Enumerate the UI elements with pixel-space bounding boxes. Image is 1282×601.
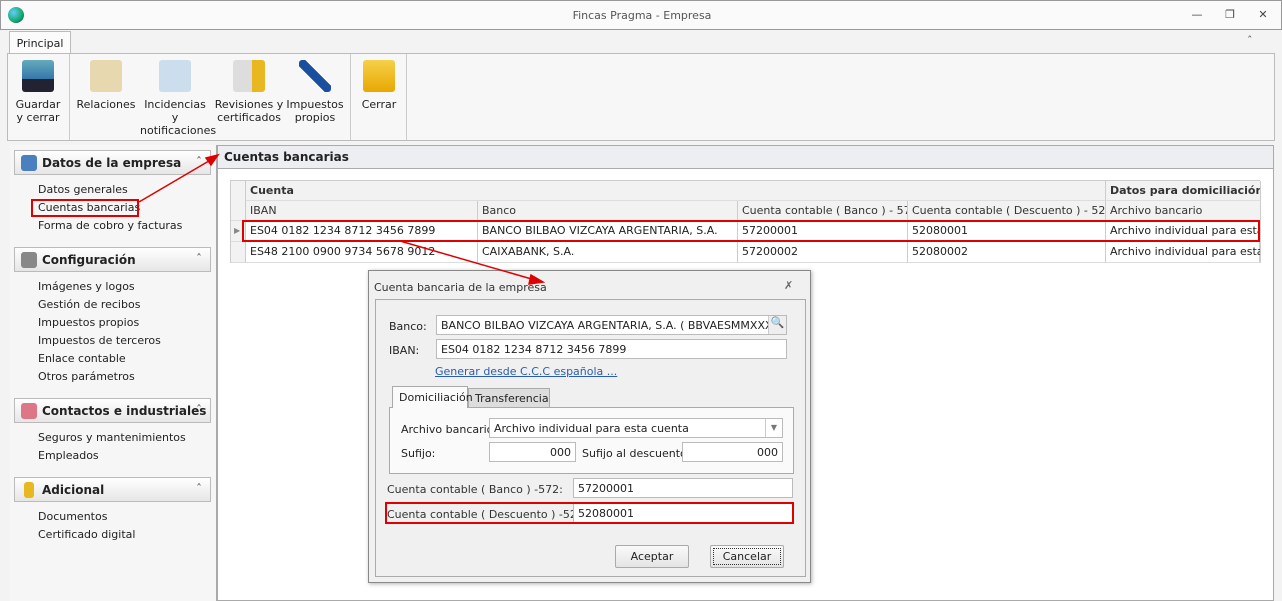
annotation-arrows (138, 153, 546, 285)
arrow-line (138, 157, 215, 203)
arrow-head (204, 153, 220, 167)
arrow-line (399, 240, 536, 281)
arrow-head (528, 273, 546, 285)
tab-domiciliacion[interactable]: Domiciliación (392, 386, 473, 408)
